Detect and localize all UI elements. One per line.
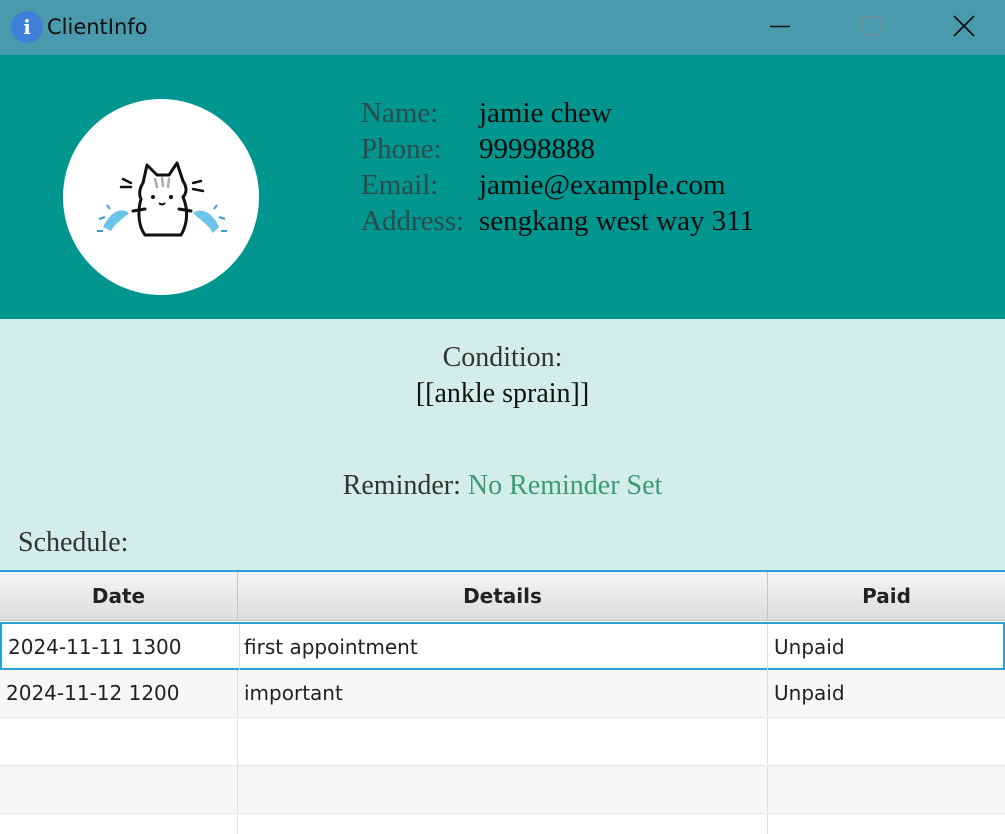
- empty-cell: [0, 766, 238, 812]
- phone-row: Phone: 99998888: [361, 131, 754, 167]
- cell-date[interactable]: 2024-11-11 1300: [2, 624, 240, 670]
- maximize-button[interactable]: [825, 0, 915, 55]
- close-icon: [953, 15, 975, 37]
- email-row: Email: jamie@example.com: [361, 167, 754, 203]
- empty-cell: [0, 814, 238, 834]
- close-button[interactable]: [915, 0, 1005, 55]
- condition-label: Condition:: [442, 342, 563, 373]
- window-title: ClientInfo: [47, 15, 148, 39]
- cell-paid[interactable]: Unpaid: [768, 624, 1005, 670]
- minimize-button[interactable]: [735, 0, 825, 55]
- name-row: Name: jamie chew: [361, 95, 754, 131]
- reminder-value: No Reminder Set: [467, 470, 663, 501]
- email-value: jamie@example.com: [479, 169, 726, 201]
- empty-cell: [768, 814, 1005, 834]
- table-header: Date Details Paid: [0, 572, 1005, 621]
- table-row[interactable]: 2024-11-12 1200 important Unpaid: [0, 670, 1005, 718]
- address-label: Address:: [361, 205, 465, 237]
- schedule-label: Schedule:: [18, 527, 129, 558]
- cat-avatar-icon: [97, 161, 227, 237]
- condition-panel: Condition: [[ankle sprain]] Reminder: No…: [0, 319, 1005, 570]
- reminder-line: Reminder: No Reminder Set: [0, 469, 1005, 503]
- maximize-icon: [861, 15, 882, 36]
- empty-table-row: [0, 766, 1005, 814]
- cell-date[interactable]: 2024-11-12 1200: [0, 670, 238, 716]
- phone-value: 99998888: [479, 133, 595, 165]
- empty-cell: [0, 718, 238, 764]
- email-label: Email:: [361, 169, 439, 201]
- cell-details[interactable]: first appointment: [238, 624, 768, 670]
- empty-cell: [768, 718, 1005, 764]
- column-header-details[interactable]: Details: [238, 572, 768, 621]
- empty-cell: [768, 766, 1005, 812]
- column-header-paid[interactable]: Paid: [768, 572, 1005, 621]
- empty-table-row: [0, 718, 1005, 766]
- cell-paid[interactable]: Unpaid: [768, 670, 1005, 716]
- client-header: Name: jamie chew Phone: 99998888 Email: jam…: [0, 55, 1005, 319]
- cell-details[interactable]: important: [238, 670, 768, 716]
- column-header-date[interactable]: Date: [0, 572, 238, 621]
- name-label: Name:: [361, 97, 439, 129]
- schedule-table[interactable]: Date Details Paid 2024-11-11 1300 first …: [0, 570, 1005, 834]
- table-row[interactable]: 2024-11-11 1300 first appointment Unpaid: [0, 622, 1005, 670]
- info-icon: i: [11, 11, 43, 43]
- empty-table-row: [0, 814, 1005, 834]
- title-bar[interactable]: i ClientInfo: [0, 0, 1005, 55]
- name-value: jamie chew: [479, 97, 612, 129]
- empty-cell: [238, 766, 768, 812]
- minimize-icon: [770, 25, 790, 28]
- client-details: Name: jamie chew Phone: 99998888 Email: jam…: [361, 95, 754, 239]
- address-row: Address: sengkang west way 311: [361, 203, 754, 239]
- avatar: [63, 99, 259, 295]
- reminder-label: Reminder:: [342, 470, 461, 501]
- empty-cell: [238, 814, 768, 834]
- condition-value: [[ankle sprain]]: [415, 378, 590, 409]
- phone-label: Phone:: [361, 133, 442, 165]
- address-value: sengkang west way 311: [479, 205, 755, 237]
- empty-cell: [238, 718, 768, 764]
